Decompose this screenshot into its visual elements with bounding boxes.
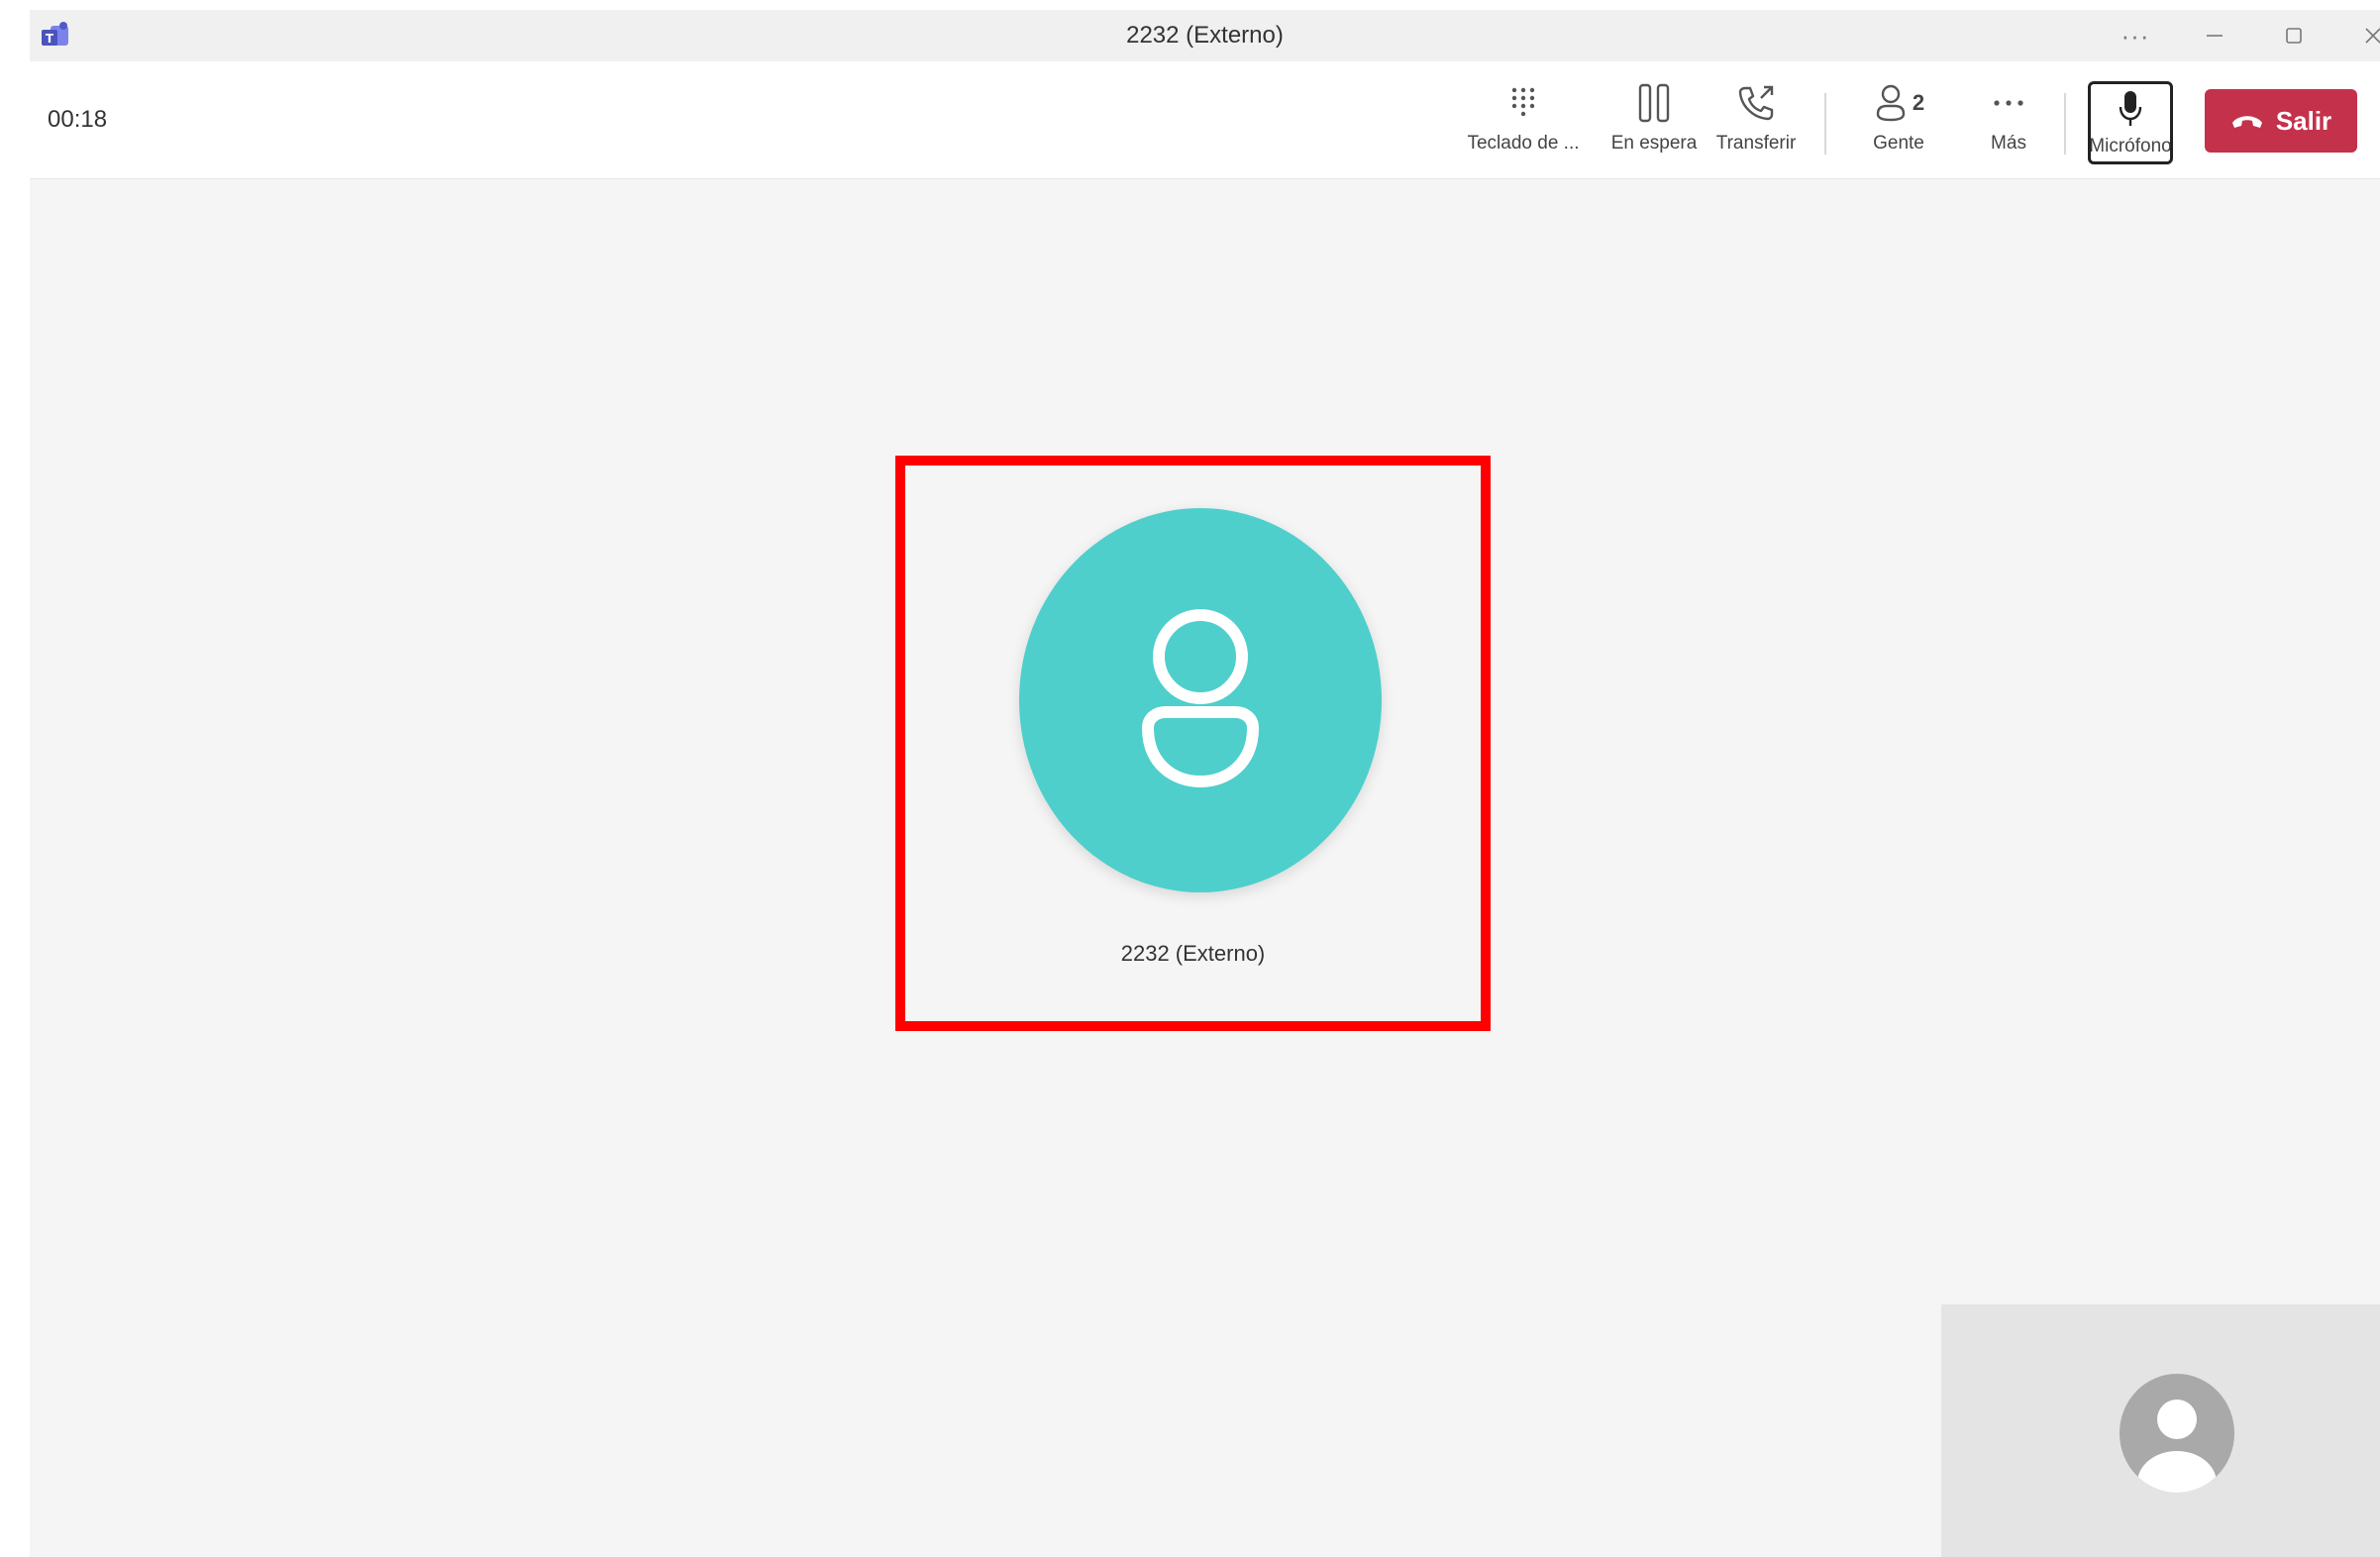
person-icon [1142,609,1259,787]
close-button[interactable] [2345,16,2380,55]
more-horizontal-icon [1991,77,2026,129]
participant-avatar[interactable] [1019,508,1382,892]
people-icon [1876,84,1906,122]
more-button[interactable]: Más [1969,77,2048,166]
call-toolbar: 00:18 Teclado de ... En espera Transferi… [30,61,2380,179]
close-icon [2365,28,2380,44]
more-label: Más [1991,133,2026,154]
keypad-label: Teclado de ... [1467,133,1580,154]
people-button[interactable]: 2 Gente [1850,77,1947,166]
self-video-tile[interactable] [1941,1304,2380,1557]
microphone-button[interactable]: Micrófono [2088,81,2173,164]
transfer-label: Transferir [1715,133,1797,154]
toolbar-divider [1824,93,1826,155]
title-more-button[interactable]: ··· [2108,16,2163,55]
maximize-button[interactable] [2266,16,2322,55]
transfer-button[interactable]: Transferir [1707,77,1805,166]
phone-transfer-icon [1735,77,1777,129]
pause-icon [1636,77,1672,129]
people-label: Gente [1873,133,1924,154]
keypad-button[interactable]: Teclado de ... [1462,77,1585,166]
minimize-button[interactable] [2187,16,2242,55]
leave-label: Salir [2275,105,2332,136]
hang-up-icon [2230,111,2264,131]
toolbar-divider [2064,93,2066,155]
self-avatar-icon [2118,1372,2236,1495]
microphone-label: Micrófono [2089,136,2172,156]
minimize-icon [2207,35,2223,37]
participant-name: 2232 (Externo) [1120,941,1266,966]
maximize-icon [2286,28,2302,44]
hold-button[interactable]: En espera [1604,77,1704,166]
window-title: 2232 (Externo) [1126,22,1284,49]
call-timer: 00:18 [48,106,108,133]
title-bar: T 2232 (Externo) ··· [30,10,2380,62]
more-horizontal-icon: ··· [2121,20,2150,51]
dialpad-icon [1506,77,1540,129]
microphone-icon [2116,84,2145,134]
leave-button[interactable]: Salir [2205,89,2357,153]
people-count: 2 [1912,90,1925,115]
hold-label: En espera [1610,133,1698,154]
call-window: T 2232 (Externo) ··· 00:18 Teclado de ..… [30,10,2380,1557]
